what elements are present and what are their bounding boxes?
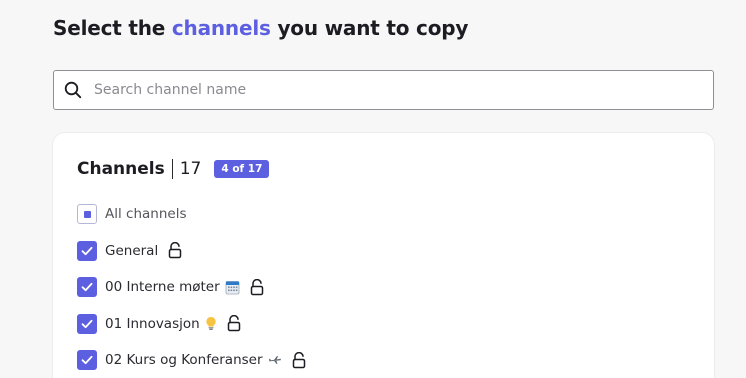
checkmark-icon <box>81 355 93 365</box>
unlock-icon <box>226 315 242 332</box>
unlock-icon <box>167 242 183 259</box>
channels-header: Channels 17 4 of 17 <box>77 159 270 179</box>
checkmark-icon <box>81 246 93 255</box>
channel-label-kurs-og-konferanser: 02 Kurs og Konferanser <box>105 352 263 368</box>
calendar-icon <box>225 280 240 295</box>
channel-checkbox-general[interactable] <box>77 240 97 261</box>
checkmark-icon <box>81 282 93 292</box>
indeterminate-mark-icon <box>83 210 91 218</box>
copy-channels-page: Select the channels you want to copy Cha… <box>0 0 746 378</box>
title-prefix: Select the <box>53 16 166 40</box>
channel-label-innovasjon: 01 Innovasjon <box>105 315 200 332</box>
channel-row-kurs-og-konferanser[interactable]: 02 Kurs og Konferanser <box>77 350 307 370</box>
search-icon <box>64 81 82 99</box>
unlock-icon <box>291 351 307 369</box>
search-input[interactable] <box>94 82 694 98</box>
airplane-icon <box>268 355 282 365</box>
channel-list: All channels General 00 Interne møter 01… <box>77 204 307 378</box>
channel-checkbox-kurs-og-konferanser[interactable] <box>77 350 97 370</box>
all-channels-checkbox[interactable] <box>77 204 97 224</box>
all-channels-row[interactable]: All channels <box>77 204 307 224</box>
selected-count-badge: 4 of 17 <box>214 160 270 178</box>
all-channels-label: All channels <box>105 206 187 222</box>
page-title: Select the channels you want to copy <box>53 16 468 40</box>
channel-row-interne-moter[interactable]: 00 Interne møter <box>77 277 307 297</box>
channel-label-general: General <box>105 242 159 259</box>
channel-checkbox-interne-moter[interactable] <box>77 277 97 297</box>
channel-label-interne-moter: 00 Interne møter <box>105 279 220 295</box>
title-suffix: you want to copy <box>277 16 469 40</box>
channel-row-general[interactable]: General <box>77 240 307 261</box>
channels-count: 17 <box>179 159 202 179</box>
channels-card: Channels 17 4 of 17 All channels General <box>53 133 714 378</box>
checkmark-icon <box>81 319 93 328</box>
search-box[interactable] <box>53 70 714 110</box>
header-divider <box>171 159 173 179</box>
channel-row-innovasjon[interactable]: 01 Innovasjon <box>77 313 307 334</box>
unlock-icon <box>249 278 265 296</box>
title-accent: channels <box>171 16 271 40</box>
channels-heading: Channels <box>77 159 165 179</box>
lightbulb-icon <box>205 316 217 331</box>
channel-checkbox-innovasjon[interactable] <box>77 313 97 334</box>
